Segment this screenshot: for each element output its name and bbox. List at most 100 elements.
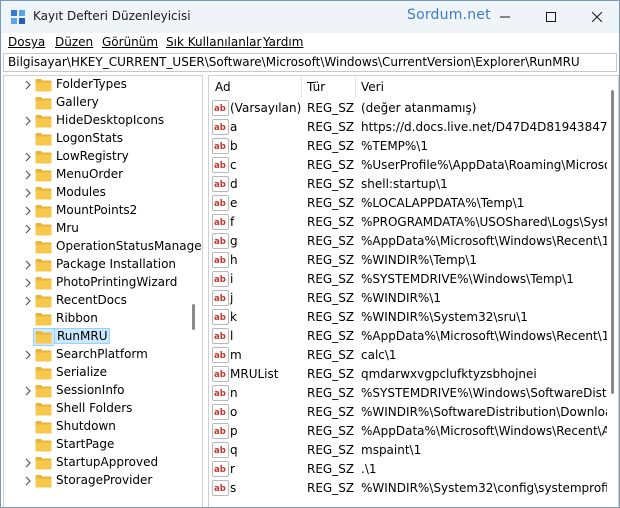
menu-file[interactable]: Dosya bbox=[8, 35, 45, 49]
tree-item[interactable]: Package Installation bbox=[4, 256, 190, 274]
chevron-right-icon[interactable] bbox=[23, 223, 33, 235]
value-row[interactable]: ab j REG_SZ %WINDIR%\1 bbox=[209, 289, 609, 308]
value-data: mspaint\1 bbox=[361, 443, 422, 457]
values-list[interactable]: Ad Tür Veri ab (Varsayılan) REG_SZ (değer a… bbox=[208, 75, 619, 507]
tree-item[interactable]: RecentDocs bbox=[4, 292, 190, 310]
value-row[interactable]: ab h REG_SZ %WINDIR%\Temp\1 bbox=[209, 251, 609, 270]
value-row[interactable]: ab k REG_SZ %WINDIR%\System32\sru\1 bbox=[209, 308, 609, 327]
reg-sz-icon: ab bbox=[212, 385, 229, 401]
value-row[interactable]: ab r REG_SZ .\1 bbox=[209, 460, 609, 479]
tree-item-label: PhotoPrintingWizard bbox=[56, 275, 178, 289]
value-name: i bbox=[230, 272, 234, 286]
tree-item[interactable]: StorageProvider bbox=[4, 472, 190, 490]
tree-pane[interactable]: FolderTypes Gallery HideDesktopIcons LogonS… bbox=[3, 75, 203, 507]
svg-text:ab: ab bbox=[214, 142, 226, 152]
menu-favorites[interactable]: Sık Kullanılanlar bbox=[166, 35, 261, 49]
value-type: REG_SZ bbox=[307, 158, 355, 172]
address-path[interactable]: Bilgisayar\HKEY_CURRENT_USER\Software\Mi… bbox=[8, 55, 580, 69]
value-row[interactable]: ab (Varsayılan) REG_SZ (değer atanmamış) bbox=[209, 99, 609, 118]
menu-edit[interactable]: Düzen bbox=[55, 35, 93, 49]
minimize-button[interactable] bbox=[482, 1, 528, 33]
column-header-data[interactable]: Veri bbox=[361, 80, 384, 94]
column-divider[interactable] bbox=[301, 76, 302, 98]
menu-view[interactable]: Görünüm bbox=[102, 35, 158, 49]
chevron-right-icon[interactable] bbox=[23, 169, 33, 181]
column-header-type[interactable]: Tür bbox=[307, 80, 325, 94]
column-header-name[interactable]: Ad bbox=[215, 80, 231, 94]
value-data: %WINDIR%\SoftwareDistribution\Download\ bbox=[361, 405, 607, 419]
reg-sz-icon: ab bbox=[212, 119, 229, 135]
tree-item[interactable]: MountPoints2 bbox=[4, 202, 190, 220]
tree-scrollbar[interactable] bbox=[192, 304, 195, 330]
tree-item[interactable]: SessionInfo bbox=[4, 382, 190, 400]
reg-sz-icon: ab bbox=[212, 404, 229, 420]
value-row[interactable]: ab e REG_SZ %LOCALAPPDATA%\Temp\1 bbox=[209, 194, 609, 213]
title-bar[interactable]: Kayıt Defteri Düzenleyicisi Sordum.net bbox=[1, 1, 619, 33]
tree-item[interactable]: Serialize bbox=[4, 364, 190, 382]
value-row[interactable]: ab s REG_SZ %WINDIR%\System32\config\system… bbox=[209, 479, 609, 498]
value-data: %WINDIR%\1 bbox=[361, 291, 441, 305]
value-row[interactable]: ab a REG_SZ https://d.docs.live.net/D47D4D8… bbox=[209, 118, 609, 137]
list-scrollbar[interactable] bbox=[611, 90, 614, 394]
tree-item[interactable]: OperationStatusManager bbox=[4, 238, 202, 256]
value-name: a bbox=[230, 120, 238, 134]
tree-item[interactable]: PhotoPrintingWizard bbox=[4, 274, 190, 292]
address-bar[interactable]: Bilgisayar\HKEY_CURRENT_USER\Software\Mi… bbox=[3, 53, 617, 72]
chevron-right-icon[interactable] bbox=[23, 187, 33, 199]
tree-item[interactable]: FolderTypes bbox=[4, 76, 190, 94]
value-row[interactable]: ab q REG_SZ mspaint\1 bbox=[209, 441, 609, 460]
tree-item[interactable]: Mru bbox=[4, 220, 190, 238]
value-row[interactable]: ab c REG_SZ %UserProfile%\AppData\Roaming\M… bbox=[209, 156, 609, 175]
chevron-right-icon[interactable] bbox=[23, 295, 33, 307]
value-row[interactable]: ab b REG_SZ %TEMP%\1 bbox=[209, 137, 609, 156]
value-row[interactable]: ab o REG_SZ %WINDIR%\SoftwareDistribution\D… bbox=[209, 403, 609, 422]
value-name: b bbox=[230, 139, 238, 153]
chevron-right-icon[interactable] bbox=[23, 349, 33, 361]
tree-item[interactable]: LowRegistry bbox=[4, 148, 190, 166]
reg-sz-icon: ab bbox=[212, 214, 229, 230]
value-row[interactable]: ab p REG_SZ %AppData%\Microsoft\Windows\Rec… bbox=[209, 422, 609, 441]
value-row[interactable]: ab MRUList REG_SZ qmdarwxvgpclufktyzsbhojne… bbox=[209, 365, 609, 384]
chevron-right-icon[interactable] bbox=[23, 205, 33, 217]
value-name: d bbox=[230, 177, 238, 191]
value-row[interactable]: ab l REG_SZ %AppData%\Microsoft\Windows\Rec… bbox=[209, 327, 609, 346]
tree-item[interactable]: Gallery bbox=[4, 94, 190, 112]
svg-text:ab: ab bbox=[214, 313, 226, 323]
column-divider[interactable] bbox=[355, 76, 356, 98]
maximize-button[interactable] bbox=[528, 1, 574, 33]
folder-icon bbox=[35, 204, 52, 218]
tree-item[interactable]: Modules bbox=[4, 184, 190, 202]
value-data: %AppData%\Microsoft\Windows\Recent\Aut bbox=[361, 424, 607, 438]
value-name: o bbox=[230, 405, 238, 419]
tree-item[interactable]: HideDesktopIcons bbox=[4, 112, 190, 130]
value-row[interactable]: ab n REG_SZ %SYSTEMDRIVE%\Windows\SoftwareD… bbox=[209, 384, 609, 403]
chevron-right-icon[interactable] bbox=[23, 457, 33, 469]
tree-item[interactable]: Shutdown bbox=[4, 418, 190, 436]
chevron-right-icon[interactable] bbox=[23, 475, 33, 487]
value-row[interactable]: ab m REG_SZ calc\1 bbox=[209, 346, 609, 365]
menu-help[interactable]: Yardım bbox=[263, 35, 303, 49]
tree-item[interactable]: Shell Folders bbox=[4, 400, 190, 418]
tree-item[interactable]: Ribbon bbox=[4, 310, 190, 328]
chevron-right-icon[interactable] bbox=[23, 79, 33, 91]
tree-item[interactable]: RunMRU bbox=[4, 328, 190, 346]
chevron-right-icon[interactable] bbox=[23, 115, 33, 127]
folder-icon bbox=[35, 96, 52, 110]
value-row[interactable]: ab i REG_SZ %SYSTEMDRIVE%\Windows\Temp\1 bbox=[209, 270, 609, 289]
chevron-right-icon[interactable] bbox=[23, 277, 33, 289]
tree-item[interactable]: MenuOrder bbox=[4, 166, 190, 184]
tree-item[interactable]: LogonStats bbox=[4, 130, 190, 148]
value-row[interactable]: ab f REG_SZ %PROGRAMDATA%\USOShared\Logs\Sy… bbox=[209, 213, 609, 232]
close-button[interactable] bbox=[574, 1, 619, 33]
chevron-right-icon[interactable] bbox=[23, 259, 33, 271]
value-data: %WINDIR%\Temp\1 bbox=[361, 253, 478, 267]
tree-item[interactable]: StartPage bbox=[4, 436, 190, 454]
value-row[interactable]: ab g REG_SZ %AppData%\Microsoft\Windows\Rec… bbox=[209, 232, 609, 251]
tree-item[interactable]: StartupApproved bbox=[4, 454, 190, 472]
tree-item[interactable]: SearchPlatform bbox=[4, 346, 190, 364]
value-name: q bbox=[230, 443, 238, 457]
value-row[interactable]: ab d REG_SZ shell:startup\1 bbox=[209, 175, 609, 194]
svg-text:ab: ab bbox=[214, 484, 226, 494]
chevron-right-icon[interactable] bbox=[23, 151, 33, 163]
chevron-right-icon[interactable] bbox=[23, 385, 33, 397]
